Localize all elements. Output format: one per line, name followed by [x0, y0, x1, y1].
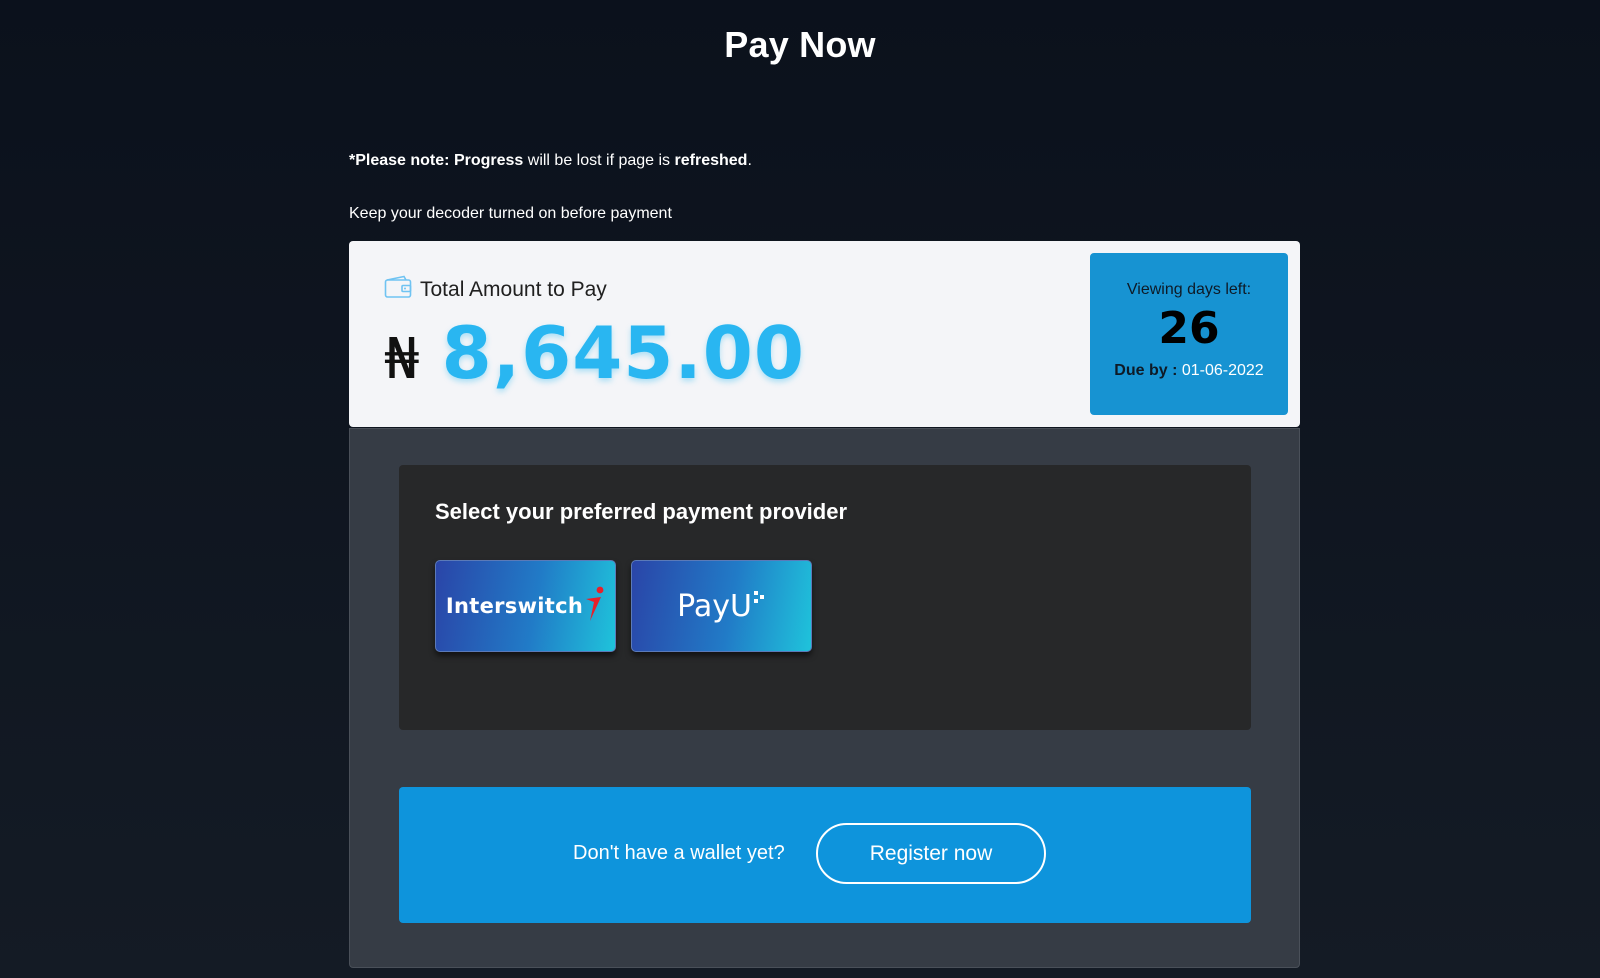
amount-value: 8,645.00: [441, 311, 805, 395]
page-title: Pay Now: [724, 24, 876, 65]
viewing-days-label: Viewing days left:: [1126, 281, 1252, 298]
payu-logo-text: PayU: [677, 588, 752, 624]
currency-symbol: ₦: [384, 327, 420, 392]
interswitch-provider-button[interactable]: Interswitch: [435, 560, 616, 652]
interswitch-mark-icon: [583, 585, 605, 628]
viewing-days-box: Viewing days left: 26 Due by : 01-06-202…: [1090, 253, 1288, 415]
due-row: Due by : 01-06-2022: [1090, 362, 1288, 380]
interswitch-logo-text: Interswitch: [445, 594, 584, 618]
due-date: 01-06-2022: [1181, 362, 1264, 379]
note-middle: will be lost if page is: [527, 152, 671, 169]
refresh-warning: *Please note: Progress will be lost if p…: [349, 152, 752, 170]
note-end: .: [747, 152, 752, 169]
note-progress: Progress: [453, 152, 524, 169]
payu-dots-icon: [752, 589, 766, 624]
note-refreshed: refreshed: [674, 152, 748, 169]
provider-section: Select your preferred payment provider I…: [399, 465, 1251, 730]
provider-section-title: Select your preferred payment provider: [435, 499, 848, 524]
register-question: Don't have a wallet yet?: [573, 842, 785, 864]
viewing-days-value: 26: [1158, 303, 1220, 354]
note-prefix: *Please note:: [349, 152, 450, 169]
amount-label-row: Total Amount to Pay: [384, 275, 607, 304]
amount-card: Total Amount to Pay ₦ 8,645.00 Viewing d…: [349, 241, 1300, 427]
payment-panel: Select your preferred payment provider I…: [349, 428, 1300, 968]
due-label: Due by :: [1114, 362, 1178, 379]
wallet-icon: [384, 275, 412, 304]
decoder-note: Keep your decoder turned on before payme…: [349, 205, 672, 222]
amount-label: Total Amount to Pay: [420, 277, 607, 301]
register-banner: Don't have a wallet yet? Register now: [399, 787, 1251, 923]
register-now-button[interactable]: Register now: [816, 823, 1046, 884]
amount-row: ₦ 8,645.00: [384, 311, 805, 395]
payu-provider-button[interactable]: PayU: [631, 560, 812, 652]
